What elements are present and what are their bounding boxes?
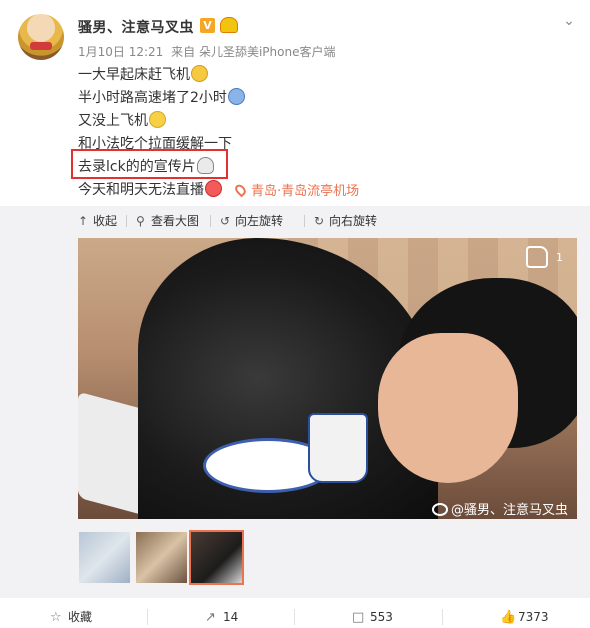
rotate-left-icon: ↺ (220, 214, 231, 228)
action-divider (442, 609, 443, 625)
weibo-logo-icon (432, 503, 448, 516)
favorite-button[interactable]: ☆ 收藏 (50, 609, 92, 625)
photo-like-button[interactable]: 1 (524, 246, 574, 270)
like-button[interactable]: 👍 7373 (500, 609, 549, 625)
toolbar-divider (126, 215, 127, 227)
view-large-button[interactable]: ⚲ 查看大图 (136, 213, 199, 229)
comment-button[interactable]: □ 553 (352, 609, 393, 625)
rotate-right-button[interactable]: ↻ 向右旋转 (314, 213, 377, 229)
location-pin-icon (233, 182, 248, 198)
magnifier-icon: ⚲ (136, 214, 145, 228)
post-line: 今天和明天无法直播 (78, 179, 245, 202)
star-icon: ☆ (50, 610, 62, 625)
repost-icon: ↗ (205, 610, 216, 625)
verified-badge[interactable]: V (200, 18, 215, 33)
thumbs-up-icon (526, 246, 548, 268)
username-link[interactable]: 骚男、注意马叉虫 (78, 17, 194, 37)
photo-like-count: 1 (556, 251, 563, 264)
action-bar: ☆ 收藏 ↗ 14 □ 553 👍 7373 (0, 598, 590, 628)
thumbs-up-icon: 👍 (500, 610, 517, 625)
location-link[interactable]: 青岛·青岛流亭机场 (233, 180, 359, 199)
post-line: 又没上飞机 (78, 110, 245, 133)
vip-crown-icon[interactable] (220, 17, 238, 33)
post-text: 一大早起床赶飞机 半小时路高速堵了2小时 又没上飞机 和小法吃个拉面缓解一下 去… (78, 64, 245, 202)
watermark: @骚男、注意马叉虫 (432, 499, 568, 518)
post-source: 来自 朵儿圣舔美iPhone客户端 (171, 45, 336, 59)
main-photo[interactable] (78, 238, 577, 519)
post-date-link[interactable]: 1月10日 12:21 (78, 45, 163, 59)
post-meta: 1月10日 12:21 来自 朵儿圣舔美iPhone客户端 (78, 43, 339, 60)
collapse-arrow-icon: ↑ (78, 214, 89, 228)
thumbnail[interactable] (79, 532, 130, 583)
action-divider (147, 609, 148, 625)
action-divider (294, 609, 295, 625)
chevron-down-icon[interactable]: ⌄ (562, 14, 576, 28)
repost-button[interactable]: ↗ 14 (205, 609, 238, 625)
toolbar-divider (210, 215, 211, 227)
rotate-left-button[interactable]: ↺ 向左旋转 (220, 213, 283, 229)
heart-eyes-icon (205, 180, 222, 197)
post-line: 一大早起床赶飞机 (78, 64, 245, 87)
comment-icon: □ (352, 610, 365, 625)
photo-face (378, 333, 518, 483)
post-line: 半小时路高速堵了2小时 (78, 87, 245, 110)
highlight-box (71, 149, 228, 179)
photo-cup (308, 413, 368, 483)
screaming-face-icon (227, 88, 245, 105)
cat-face-icon (191, 65, 208, 82)
thumbnail[interactable] (136, 532, 187, 583)
thumbnail-selected[interactable] (189, 530, 244, 585)
avatar[interactable] (18, 14, 64, 60)
collapse-button[interactable]: ↑ 收起 (78, 213, 117, 229)
toolbar-divider (304, 215, 305, 227)
rotate-right-icon: ↻ (314, 214, 325, 228)
sweat-smile-icon (149, 111, 166, 128)
